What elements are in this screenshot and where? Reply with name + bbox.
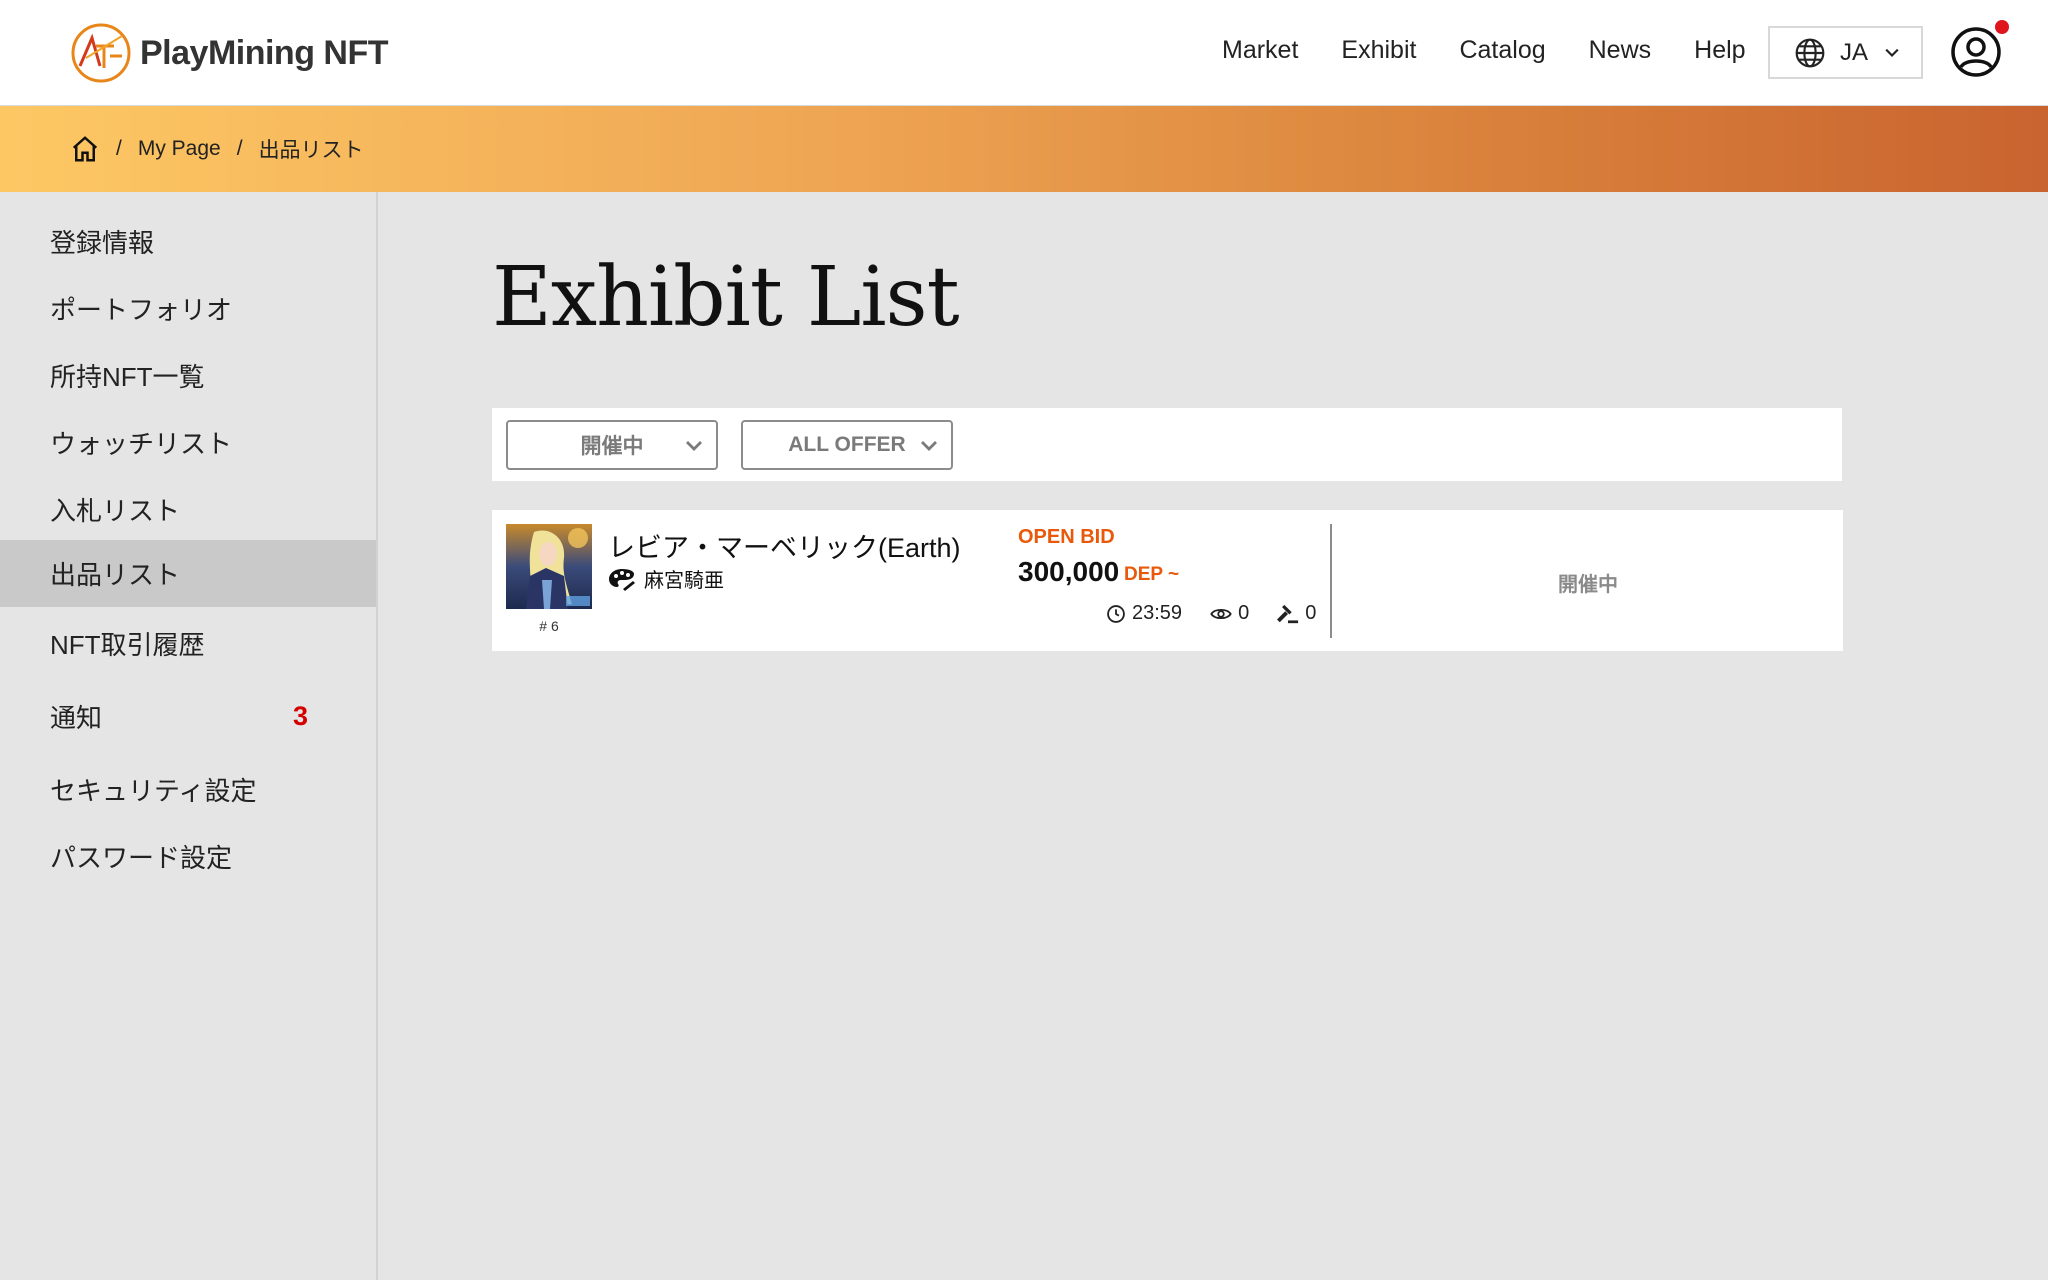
sidebar-item-label: 通知	[50, 703, 103, 733]
price-value: 300,000	[1018, 556, 1120, 587]
breadcrumb-separator: /	[236, 137, 243, 160]
language-label: JA	[1840, 38, 1869, 66]
chevron-down-icon	[1885, 48, 1899, 57]
main-nav: Market Exhibit Catalog News Help	[1222, 36, 1746, 65]
notification-dot	[1995, 20, 2009, 34]
sidebar-item-exhibit-list[interactable]: 出品リスト	[0, 540, 376, 607]
creator-name: 麻宮騎亜	[644, 570, 724, 592]
view-count: 0	[1238, 602, 1250, 624]
status-filter-select[interactable]: 開催中	[506, 420, 718, 470]
palette-icon	[609, 568, 635, 591]
creator: 麻宮騎亜	[608, 564, 724, 593]
bid-count: 0	[1305, 602, 1317, 624]
nav-market[interactable]: Market	[1222, 36, 1298, 65]
sidebar-item-portfolio[interactable]: ポートフォリオ	[0, 275, 376, 342]
offer-filter-select[interactable]: ALL OFFER	[741, 420, 953, 470]
sidebar-item-owned-nfts[interactable]: 所持NFT一覧	[0, 342, 376, 409]
chevron-down-icon	[921, 441, 937, 451]
notification-count-badge: 3	[293, 701, 309, 731]
filter-bar: 開催中 ALL OFFER	[492, 408, 1842, 481]
page-title: Exhibit List	[492, 250, 960, 345]
sidebar-item-notifications[interactable]: 通知 3	[0, 683, 376, 750]
home-icon[interactable]	[70, 134, 100, 164]
sidebar-item-bid-list[interactable]: 入札リスト	[0, 476, 376, 543]
chevron-down-icon	[686, 441, 702, 451]
nav-exhibit[interactable]: Exhibit	[1341, 36, 1416, 65]
token-number: # 6	[539, 618, 559, 634]
mypage-sidebar: 登録情報 ポートフォリオ 所持NFT一覧 ウォッチリスト 入札リスト 出品リスト…	[0, 192, 378, 1280]
price-unit: DEP ~	[1124, 564, 1180, 585]
nft-thumbnail[interactable]	[506, 524, 592, 609]
listing-row[interactable]: # 6 レビア・マーベリック(Earth) 麻宮騎亜 OPEN BID 300,…	[492, 510, 1843, 651]
brand-name: PlayMining NFT	[140, 33, 389, 72]
globe-icon	[1795, 38, 1825, 67]
nft-name[interactable]: レビア・マーベリック(Earth)	[608, 526, 961, 565]
nav-catalog[interactable]: Catalog	[1459, 36, 1545, 65]
breadcrumb-mypage[interactable]: My Page	[138, 137, 221, 161]
playmining-logo-icon	[71, 23, 131, 83]
nav-help[interactable]: Help	[1694, 36, 1745, 65]
sidebar-item-security[interactable]: セキュリティ設定	[0, 756, 376, 823]
clock-icon	[1107, 604, 1125, 623]
listing-status: 開催中	[1558, 574, 1618, 596]
sidebar-item-registration[interactable]: 登録情報	[0, 208, 376, 275]
language-selector[interactable]: JA	[1768, 26, 1923, 79]
time-remaining: 23:59	[1132, 602, 1183, 624]
offer-filter-value: ALL OFFER	[788, 433, 906, 456]
breadcrumb: / My Page / 出品リスト	[0, 106, 2048, 192]
top-header: PlayMining NFT Market Exhibit Catalog Ne…	[0, 0, 2048, 106]
eye-icon	[1210, 608, 1232, 619]
listing-stats: 23:59 0 0	[1106, 602, 1316, 625]
sidebar-item-watchlist[interactable]: ウォッチリスト	[0, 409, 376, 476]
breadcrumb-current: 出品リスト	[258, 139, 364, 162]
nav-news[interactable]: News	[1589, 36, 1652, 65]
sidebar-item-trade-history[interactable]: NFT取引履歴	[0, 610, 376, 677]
sidebar-item-password[interactable]: パスワード設定	[0, 823, 376, 890]
site-logo[interactable]: PlayMining NFT	[70, 22, 389, 84]
user-account-icon[interactable]	[1950, 26, 2002, 78]
gavel-icon	[1277, 604, 1299, 623]
row-divider	[1330, 524, 1332, 638]
bid-type-label: OPEN BID	[1018, 526, 1115, 548]
breadcrumb-separator: /	[116, 137, 122, 160]
status-filter-value: 開催中	[580, 435, 644, 458]
